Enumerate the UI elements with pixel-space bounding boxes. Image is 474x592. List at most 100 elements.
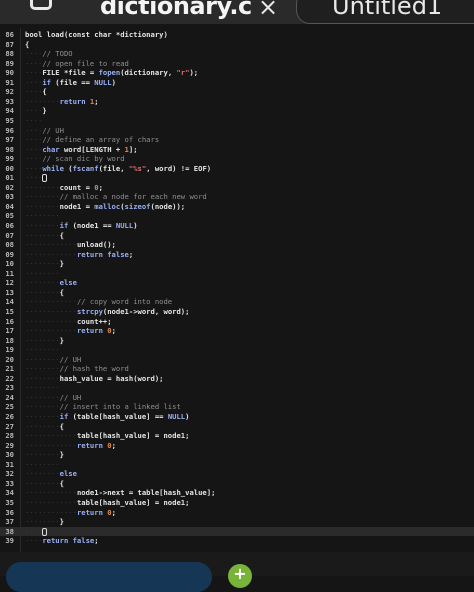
code-line[interactable]: 29 ············return 0; bbox=[0, 441, 474, 451]
tab-close-icon[interactable]: × bbox=[258, 0, 278, 21]
code-line[interactable]: 89 ····// open file to read bbox=[0, 59, 474, 69]
code-line[interactable]: 06 ········if (node1 == NULL) bbox=[0, 221, 474, 231]
code-line[interactable]: 00 ····while (fscanf(file, "%s", word) !=… bbox=[0, 164, 474, 174]
code-line[interactable]: 08 ············unload(); bbox=[0, 240, 474, 250]
code-token: ; bbox=[128, 249, 134, 259]
code-token: ; bbox=[111, 326, 116, 336]
bottom-pill-button[interactable] bbox=[6, 562, 212, 592]
indent-guide: ········ bbox=[25, 469, 60, 479]
code-text: ············node1->next = table[hash_val… bbox=[25, 488, 215, 498]
code-text: ········ bbox=[25, 269, 60, 279]
code-line[interactable]: 95 ···· bbox=[0, 116, 474, 126]
code-text: ····{ bbox=[25, 87, 47, 97]
code-line[interactable]: 91 ····if (file == NULL) bbox=[0, 78, 474, 88]
code-line[interactable]: 30 ········} bbox=[0, 450, 474, 460]
code-line[interactable]: 10 ········} bbox=[0, 259, 474, 269]
line-number: 98 bbox=[5, 144, 14, 154]
code-line[interactable]: 38 ···· bbox=[0, 526, 474, 537]
code-line[interactable]: 32 ········else bbox=[0, 469, 474, 479]
code-line[interactable]: 24 ········// UH bbox=[0, 393, 474, 403]
line-number: 18 bbox=[5, 335, 14, 345]
code-line[interactable]: 28 ············table[hash_value] = node1; bbox=[0, 431, 474, 441]
code-line[interactable]: 27 ········{ bbox=[0, 422, 474, 432]
indent-guide: ········ bbox=[25, 335, 60, 345]
line-number: 94 bbox=[5, 106, 14, 116]
code-line[interactable]: 31 ········ bbox=[0, 460, 474, 470]
code-line[interactable]: 94 ····} bbox=[0, 106, 474, 116]
code-line[interactable]: 39 ····return false; bbox=[0, 536, 474, 546]
indent-guide: ············ bbox=[25, 431, 77, 441]
line-number: 90 bbox=[5, 68, 14, 78]
tab-square-icon[interactable] bbox=[30, 0, 52, 10]
code-line[interactable]: 12 ········else bbox=[0, 278, 474, 288]
code-line[interactable]: 14 ············// copy word into node bbox=[0, 297, 474, 307]
indent-guide: ···· bbox=[25, 154, 43, 164]
line-number: 28 bbox=[5, 431, 14, 441]
code-line[interactable]: 03 ········// malloc a node for each new … bbox=[0, 192, 474, 202]
code-line[interactable]: 23 ········ bbox=[0, 383, 474, 393]
code-line[interactable]: 07 ········{ bbox=[0, 231, 474, 241]
code-line[interactable]: 17 ············return 0; bbox=[0, 326, 474, 336]
code-line[interactable]: 93 ········return 1; bbox=[0, 97, 474, 107]
code-line[interactable]: 21 ········// hash the word bbox=[0, 364, 474, 374]
line-number: 88 bbox=[5, 49, 14, 59]
code-line[interactable]: 99 ····// scan dic by word bbox=[0, 154, 474, 164]
code-line[interactable]: 96 ····// UH bbox=[0, 126, 474, 136]
code-text: ········ bbox=[25, 383, 60, 393]
line-number: 32 bbox=[5, 469, 14, 479]
code-line[interactable]: 33 ········{ bbox=[0, 479, 474, 489]
add-button[interactable]: + bbox=[228, 564, 252, 588]
code-text: ············return 0; bbox=[25, 508, 116, 518]
code-line[interactable]: 16 ············count++; bbox=[0, 317, 474, 327]
code-token: (dictionary, bbox=[120, 68, 177, 78]
code-text: ········} bbox=[25, 450, 64, 460]
code-line[interactable]: 25 ········// insert into a linked list bbox=[0, 402, 474, 412]
indent-guide: ········ bbox=[25, 478, 60, 488]
indent-guide: ········ bbox=[25, 421, 60, 431]
line-number: 08 bbox=[5, 240, 14, 250]
line-number: 13 bbox=[5, 287, 14, 297]
code-line[interactable]: 04 ········node1 = malloc(sizeof(node)); bbox=[0, 202, 474, 212]
indent-guide: ············ bbox=[25, 497, 77, 507]
code-line[interactable]: 98 ····char word[LENGTH + 1]; bbox=[0, 145, 474, 155]
code-token: // define an array of chars bbox=[42, 135, 160, 145]
line-number: 17 bbox=[5, 326, 14, 336]
code-token: // scan dic by word bbox=[42, 154, 125, 164]
code-line[interactable]: 20 ········// UH bbox=[0, 355, 474, 365]
code-line[interactable]: 35 ············table[hash_value] = node1; bbox=[0, 498, 474, 508]
code-line[interactable]: 37 ········} bbox=[0, 517, 474, 527]
code-line[interactable]: 90 ····FILE *file = fopen(dictionary, "r"… bbox=[0, 68, 474, 78]
code-text: ···· bbox=[25, 173, 48, 183]
code-line[interactable]: 86 bool load(const char *dictionary) bbox=[0, 30, 474, 40]
code-line[interactable]: 02 ········count = 0; bbox=[0, 183, 474, 193]
tab-title-active[interactable]: dictionary.c bbox=[100, 0, 252, 20]
code-line[interactable]: 09 ············return false; bbox=[0, 250, 474, 260]
code-line[interactable]: 18 ········} bbox=[0, 336, 474, 346]
code-line[interactable]: 34 ············node1->next = table[hash_v… bbox=[0, 488, 474, 498]
code-line[interactable]: 05 ········ bbox=[0, 211, 474, 221]
code-line[interactable]: 22 ········hash_value = hash(word); bbox=[0, 374, 474, 384]
code-line[interactable]: 88 ····// TODO bbox=[0, 49, 474, 59]
code-token: FILE *file = bbox=[42, 68, 99, 78]
line-number: 21 bbox=[5, 364, 14, 374]
line-number: 15 bbox=[5, 306, 14, 316]
code-line[interactable]: 92 ····{ bbox=[0, 87, 474, 97]
code-editor[interactable]: 86 bool load(const char *dictionary) 87 {88… bbox=[0, 28, 474, 552]
code-line[interactable]: 15 ············strcpy(node1->word, word); bbox=[0, 307, 474, 317]
code-token: false bbox=[107, 249, 129, 259]
code-token: { bbox=[25, 39, 30, 49]
code-line[interactable]: 87 { bbox=[0, 40, 474, 50]
code-line[interactable]: 19 ········ bbox=[0, 345, 474, 355]
code-line[interactable]: 97 ····// define an array of chars bbox=[0, 135, 474, 145]
code-line[interactable]: 01 ···· bbox=[0, 173, 474, 183]
code-line[interactable]: 13 ········{ bbox=[0, 288, 474, 298]
tab-title-inactive[interactable]: Untitled1 bbox=[332, 0, 442, 20]
code-line[interactable]: 26 ········if (table[hash_value] == NULL) bbox=[0, 412, 474, 422]
indent-guide: ···· bbox=[25, 115, 43, 125]
code-line[interactable]: 11 ········ bbox=[0, 269, 474, 279]
line-number: 96 bbox=[5, 125, 14, 135]
code-token: ) bbox=[185, 412, 190, 421]
line-number: 92 bbox=[5, 87, 14, 97]
code-token: (node1->word, word); bbox=[102, 306, 190, 316]
code-line[interactable]: 36 ············return 0; bbox=[0, 508, 474, 518]
